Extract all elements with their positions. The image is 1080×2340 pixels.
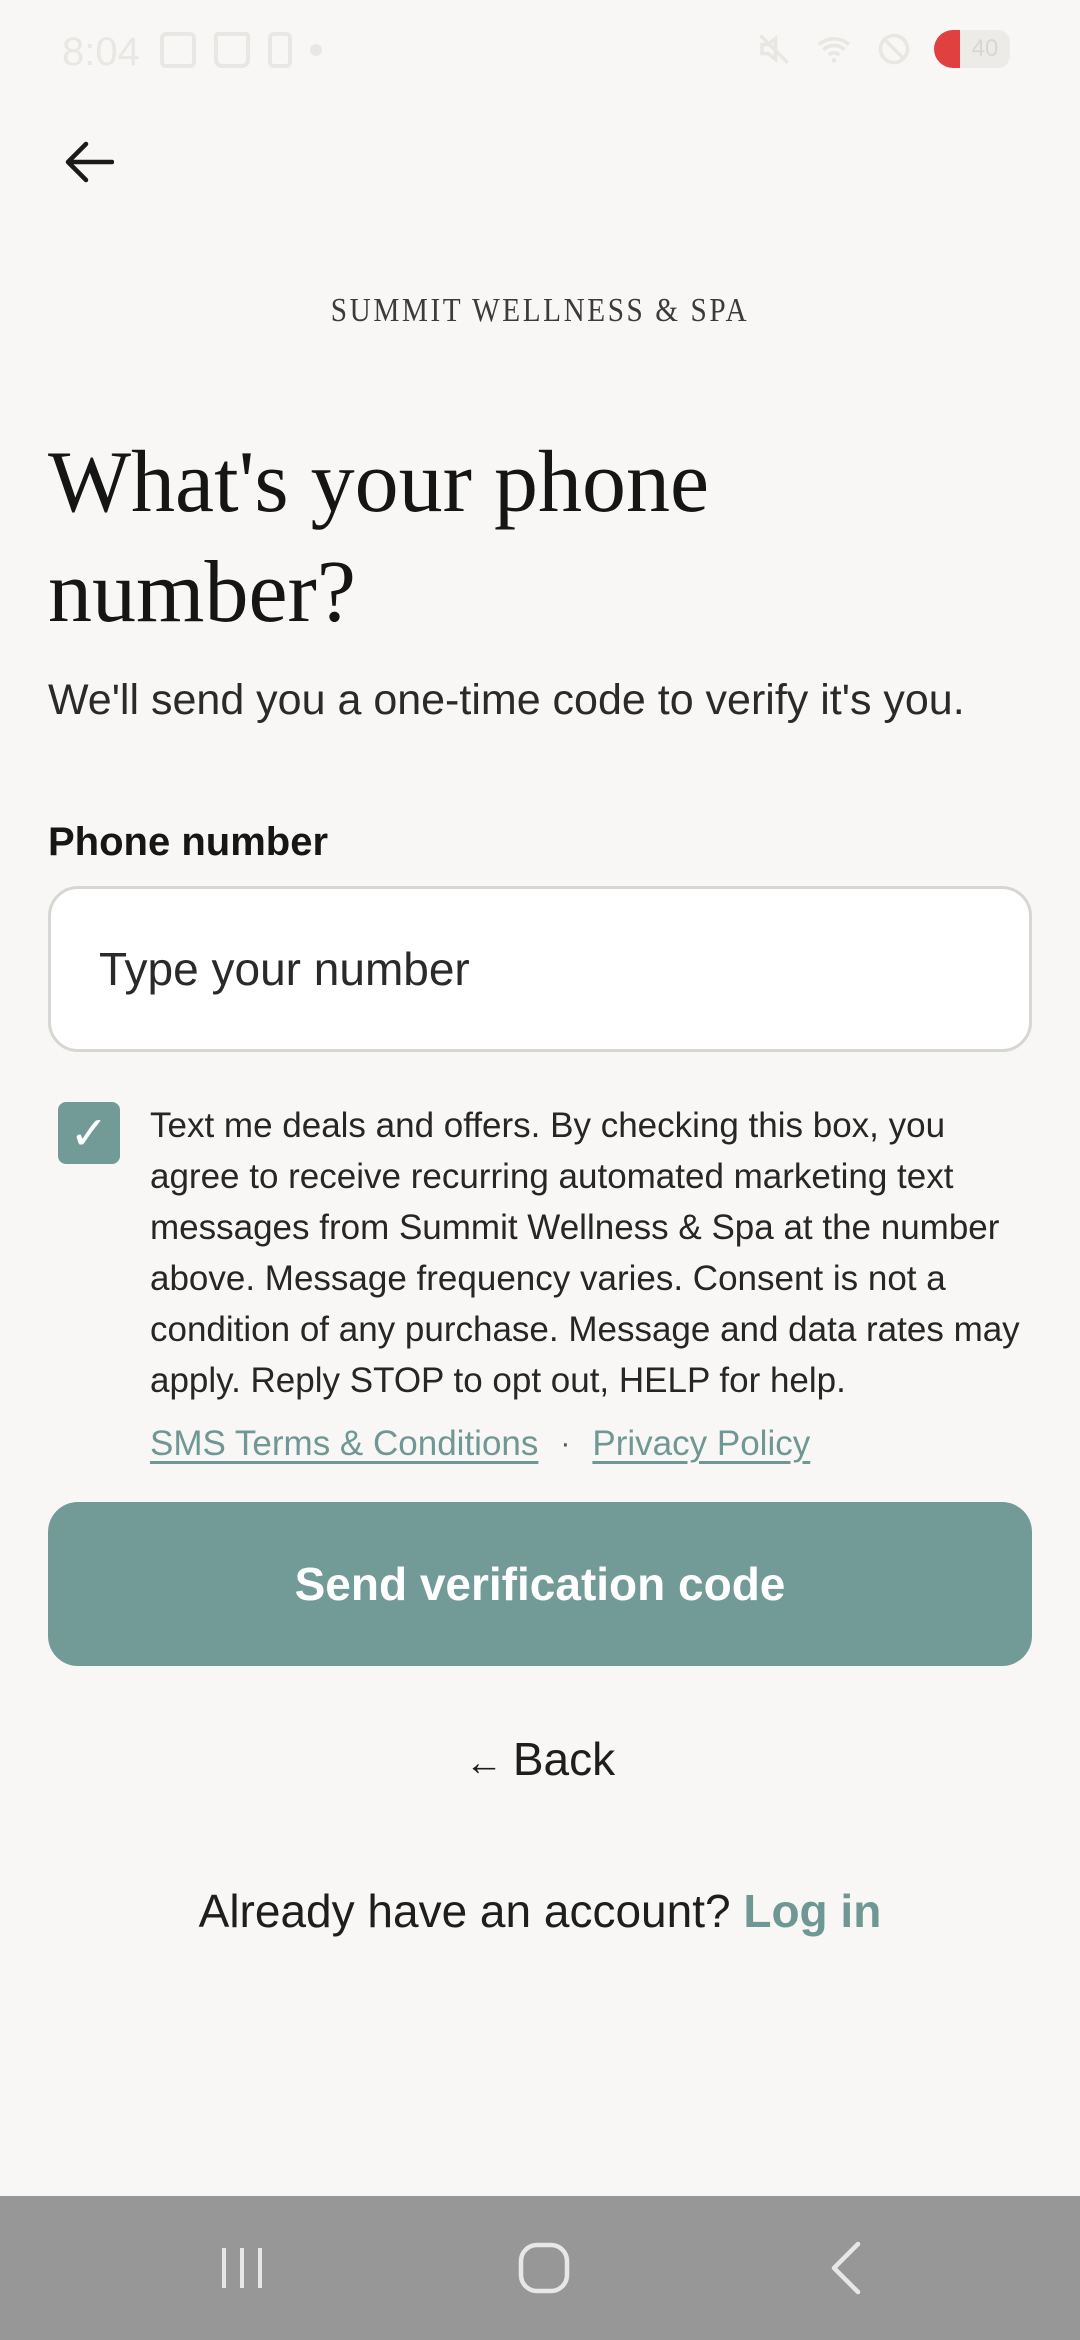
sim-icon (268, 32, 292, 68)
status-time: 8:04 (62, 30, 140, 74)
status-icons-right: 40 (756, 30, 1010, 68)
page-title: What's your phone number? (48, 434, 710, 641)
phone-field-label: Phone number (48, 820, 329, 864)
back-link[interactable]: ← Back (0, 1732, 1080, 1786)
status-bar: 8:04 40 (0, 0, 1080, 104)
send-verification-code-button[interactable]: Send verification code (48, 1502, 1032, 1666)
screenshot-icon (160, 32, 196, 68)
chevron-left-icon[interactable] (806, 2238, 886, 2298)
wifi-icon (817, 37, 851, 63)
home-icon[interactable] (504, 2238, 584, 2298)
login-link[interactable]: Log in (743, 1885, 881, 1937)
status-icons-left (160, 32, 322, 68)
checkmark-icon: ✓ (69, 1107, 109, 1159)
back-arrow-icon: ← (464, 1742, 503, 1784)
link-separator: · (560, 1427, 571, 1460)
battery-icon: 40 (934, 30, 1010, 68)
sms-terms-link[interactable]: SMS Terms & Conditions (150, 1424, 538, 1464)
system-navigation-bar (0, 2196, 1080, 2340)
phone-verification-screen: 8:04 40 SUMMIT WELLNESS & SPA What's you… (0, 0, 1080, 2340)
brand-logo-text: SUMMIT WELLNESS & SPA (330, 292, 750, 329)
arrow-left-icon[interactable] (56, 130, 120, 194)
recents-icon[interactable] (202, 2238, 282, 2298)
bag-icon (214, 32, 250, 68)
notification-dot-icon (310, 44, 322, 56)
login-prompt: Already have an account? (198, 1885, 731, 1937)
page-subtitle: We'll send you a one-time code to verify… (48, 676, 965, 724)
consent-text: Text me deals and offers. By checking th… (150, 1106, 1020, 1400)
mute-icon (759, 34, 789, 64)
privacy-policy-link[interactable]: Privacy Policy (592, 1424, 810, 1464)
do-not-disturb-icon (878, 33, 910, 65)
back-link-label: Back (512, 1733, 616, 1785)
battery-level: 40 (960, 30, 1010, 68)
legal-links: SMS Terms & Conditions · Privacy Policy (150, 1424, 810, 1464)
login-row: Already have an account? Log in (0, 1884, 1080, 1938)
phone-number-input[interactable] (48, 886, 1032, 1052)
marketing-consent-checkbox[interactable]: ✓ (58, 1102, 120, 1164)
